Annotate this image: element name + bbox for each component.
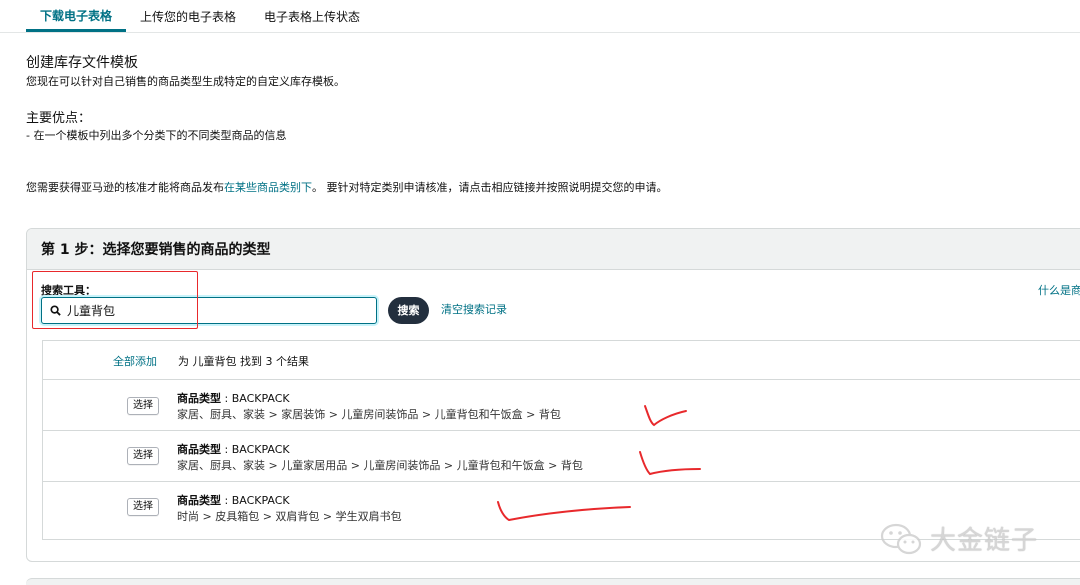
approval-suffix: 。 要针对特定类别申请核准，请点击相应链接并按照说明提交您的申请。 [312, 181, 668, 194]
what-is-link[interactable]: 什么是商 [1038, 282, 1080, 298]
approval-prefix: 您需要获得亚马逊的核准才能将商品发布 [26, 181, 224, 194]
product-type: 商品类型 : BACKPACK [177, 392, 290, 405]
product-type-label: 商品类型 [177, 494, 221, 507]
intro-description: 您现在可以针对自己销售的商品类型生成特定的自定义库存模板。 [26, 75, 345, 88]
next-step-panel-edge [26, 578, 1080, 585]
product-type-value: BACKPACK [231, 392, 290, 405]
product-type-value: BACKPACK [231, 443, 290, 456]
wechat-icon [880, 523, 922, 554]
product-type-label: 商品类型 [177, 392, 221, 405]
clear-search-link[interactable]: 清空搜索记录 [441, 301, 507, 317]
category-path: 家居、厨具、家装 > 家居装饰 > 儿童房间装饰品 > 儿童背包和午饭盒 > 背… [177, 408, 561, 421]
watermark: 大金链子 [880, 520, 1038, 557]
results-table: 全部添加 为 儿童背包 找到 3 个结果 选择 商品类型 : BACKPACK … [42, 340, 1080, 540]
approval-notice: 您需要获得亚马逊的核准才能将商品发布在某些商品类别下。 要针对特定类别申请核准，… [26, 179, 668, 195]
table-row: 选择 商品类型 : BACKPACK 家居、厨具、家装 > 家居装饰 > 儿童房… [43, 379, 1080, 431]
select-button[interactable]: 选择 [127, 447, 159, 465]
tab-upload-spreadsheet[interactable]: 上传您的电子表格 [126, 0, 250, 32]
tab-bar: 下载电子表格 上传您的电子表格 电子表格上传状态 [26, 0, 374, 32]
select-button[interactable]: 选择 [127, 498, 159, 516]
select-button[interactable]: 选择 [127, 397, 159, 415]
tab-divider [0, 32, 1080, 33]
results-summary: 为 儿童背包 找到 3 个结果 [178, 355, 309, 368]
search-button[interactable]: 搜索 [388, 297, 429, 324]
benefits-title: 主要优点： [26, 111, 92, 126]
product-type: 商品类型 : BACKPACK [177, 443, 290, 456]
approval-categories-link[interactable]: 在某些商品类别下 [224, 181, 312, 194]
product-type-label: 商品类型 [177, 443, 221, 456]
add-all-link[interactable]: 全部添加 [113, 353, 157, 369]
product-type-value: BACKPACK [231, 494, 290, 507]
category-path: 时尚 > 皮具箱包 > 双肩背包 > 学生双肩书包 [177, 510, 402, 523]
table-row: 选择 商品类型 : BACKPACK 家居、厨具、家装 > 儿童家居用品 > 儿… [43, 430, 1080, 482]
page-title: 创建库存文件模板 [26, 55, 138, 71]
tab-download-spreadsheet[interactable]: 下载电子表格 [26, 0, 127, 32]
watermark-text: 大金链子 [930, 526, 1039, 556]
benefit-item: - 在一个模板中列出多个分类下的不同类型商品的信息 [26, 129, 287, 142]
annotation-highlight-box [32, 271, 198, 329]
product-type: 商品类型 : BACKPACK [177, 494, 290, 507]
step1-heading: 第 1 步：选择您要销售的商品的类型 [27, 229, 1080, 270]
category-path: 家居、厨具、家装 > 儿童家居用品 > 儿童房间装饰品 > 儿童背包和午饭盒 >… [177, 459, 583, 472]
tab-upload-status[interactable]: 电子表格上传状态 [250, 0, 374, 32]
